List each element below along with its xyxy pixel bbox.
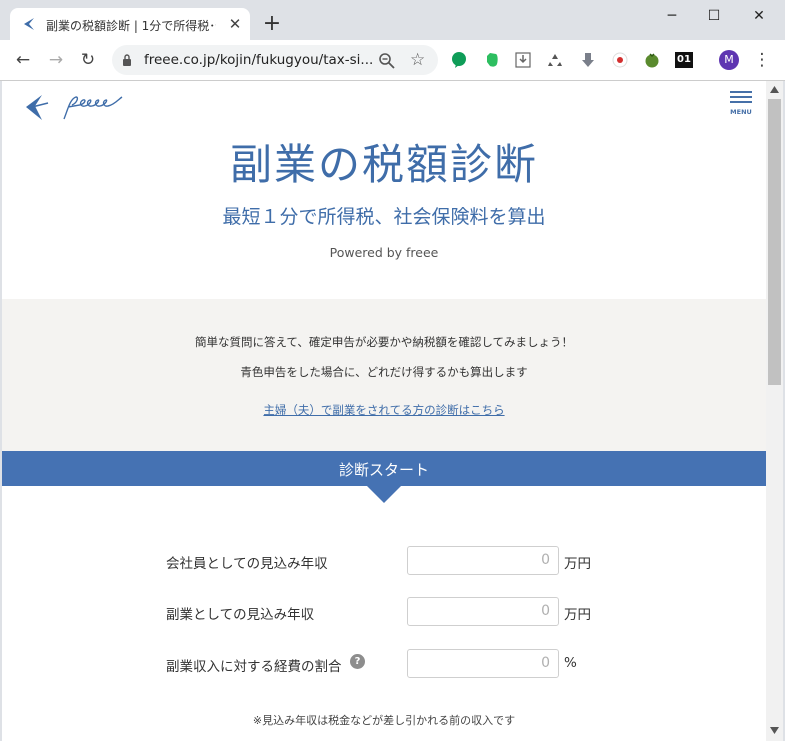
- menu-label: MENU: [730, 108, 752, 116]
- start-arrow-icon: [367, 486, 401, 503]
- download-extension-icon[interactable]: [515, 52, 531, 68]
- bookmark-star-icon[interactable]: ☆: [410, 50, 425, 70]
- arrow-down-extension-icon[interactable]: [580, 52, 596, 68]
- browser-window: 副業の税額診断 | 1分で所得税･住 ✕ + ─ ☐ ✕ ← → ↻ freee…: [0, 0, 785, 741]
- record-extension-icon[interactable]: [612, 52, 628, 68]
- freee-logo[interactable]: [24, 89, 124, 125]
- profile-avatar[interactable]: M: [719, 50, 739, 70]
- window-close-button[interactable]: ✕: [749, 6, 769, 26]
- green-extension-icon[interactable]: [451, 52, 467, 68]
- browser-toolbar: ← → ↻ freee.co.jp/kojin/fukugyou/tax-si.…: [0, 40, 785, 81]
- new-tab-button[interactable]: +: [262, 13, 282, 35]
- recycle-icon[interactable]: [547, 52, 563, 68]
- page-title: 副業の税額診断: [229, 140, 538, 189]
- expense-ratio-unit: %: [564, 655, 577, 671]
- intro-line-2: 青色申告をした場合に、どれだけ得するかも算出します: [240, 365, 528, 379]
- intro-line-1: 簡単な質問に答えて、確定申告が必要かや納税額を確認してみましょう！: [194, 335, 573, 349]
- menu-button[interactable]: MENU: [729, 90, 753, 116]
- page-content: MENU 副業の税額診断 最短１分で所得税、社会保険料を算出 Powered b…: [2, 81, 766, 741]
- side-income-row: 副業としての見込み年収 0 万円: [2, 597, 766, 627]
- side-income-unit: 万円: [564, 607, 591, 623]
- extension-01-icon[interactable]: 01: [675, 52, 693, 68]
- scroll-up-icon[interactable]: [770, 86, 779, 93]
- tab-close-icon[interactable]: ✕: [226, 15, 244, 33]
- freee-favicon-icon: [24, 18, 34, 30]
- lock-icon: [123, 54, 131, 66]
- menu-bar-2: [730, 96, 752, 98]
- start-label: 診断スタート: [338, 461, 429, 479]
- salary-income-input[interactable]: 0: [407, 546, 559, 575]
- menu-bar-3: [730, 101, 752, 103]
- salary-income-label: 会社員としての見込み年収: [166, 556, 328, 572]
- back-button[interactable]: ←: [13, 50, 33, 70]
- tab-strip: 副業の税額診断 | 1分で所得税･住 ✕ + ─ ☐ ✕: [0, 0, 785, 40]
- minimize-button[interactable]: ─: [662, 6, 682, 26]
- help-icon[interactable]: ?: [350, 654, 365, 669]
- salary-income-value: 0: [541, 552, 550, 568]
- page-subtitle: 最短１分で所得税、社会保険料を算出: [222, 206, 546, 228]
- page-scrollbar[interactable]: [766, 81, 783, 741]
- tab-title: 副業の税額診断 | 1分で所得税･住: [46, 19, 216, 33]
- menu-bar-1: [730, 91, 752, 93]
- side-income-value: 0: [541, 603, 550, 619]
- expense-ratio-row: 副業収入に対する経費の割合 ? 0 %: [2, 649, 766, 679]
- browser-menu-icon[interactable]: ⋮: [752, 50, 772, 70]
- salary-income-row: 会社員としての見込み年収 0 万円: [2, 546, 766, 576]
- url-text[interactable]: freee.co.jp/kojin/fukugyou/tax-si...: [144, 52, 374, 68]
- scroll-down-icon[interactable]: [770, 727, 779, 734]
- scrollbar-thumb[interactable]: [768, 99, 781, 385]
- side-income-input[interactable]: 0: [407, 597, 559, 626]
- start-banner: 診断スタート: [2, 451, 766, 486]
- expense-ratio-input[interactable]: 0: [407, 649, 559, 678]
- maximize-button[interactable]: ☐: [704, 6, 724, 26]
- intro-section: 簡単な質問に答えて、確定申告が必要かや納税額を確認してみましょう！ 青色申告をし…: [2, 299, 766, 451]
- evernote-icon[interactable]: [484, 52, 500, 68]
- zoom-icon[interactable]: [378, 52, 396, 70]
- expense-ratio-value: 0: [541, 655, 550, 671]
- reload-button[interactable]: ↻: [78, 50, 98, 70]
- income-note: ※見込み年収は税金などが差し引かれる前の収入です: [252, 714, 516, 727]
- side-income-label: 副業としての見込み年収: [166, 607, 315, 623]
- expense-ratio-label: 副業収入に対する経費の割合: [166, 659, 342, 675]
- forward-button[interactable]: →: [46, 50, 66, 70]
- salary-income-unit: 万円: [564, 556, 591, 572]
- address-bar[interactable]: freee.co.jp/kojin/fukugyou/tax-si... ☆: [112, 45, 438, 75]
- browser-tab[interactable]: 副業の税額診断 | 1分で所得税･住 ✕: [10, 8, 250, 40]
- powered-by: Powered by freee: [329, 245, 439, 260]
- housewife-diagnosis-link[interactable]: 主婦（夫）で副業をされてる方の診断はこちら: [2, 402, 766, 418]
- tomato-extension-icon[interactable]: [644, 52, 660, 68]
